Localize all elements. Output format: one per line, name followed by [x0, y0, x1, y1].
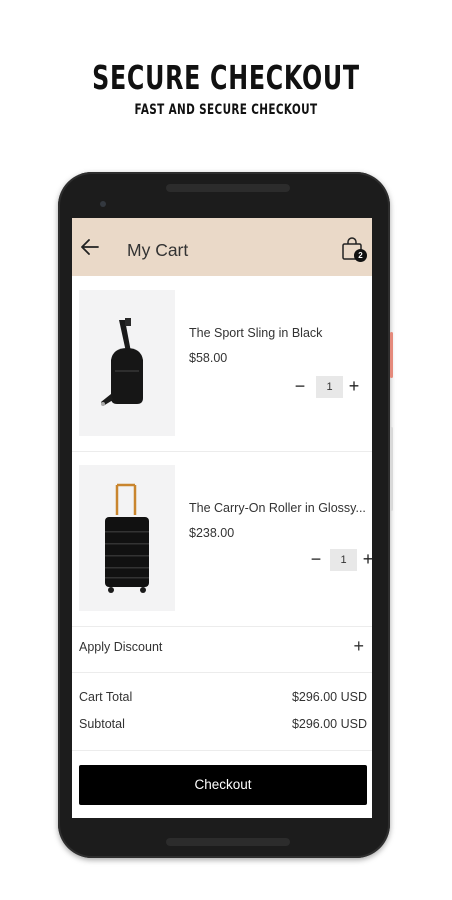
- subtotal-value: $296.00 USD: [291, 717, 367, 731]
- divider: [72, 750, 372, 751]
- bottom-speaker: [166, 838, 290, 846]
- increase-quantity-button[interactable]: +: [360, 549, 372, 571]
- divider: [72, 672, 372, 673]
- power-button: [390, 332, 393, 378]
- cart-item: The Carry-On Roller in Glossy... $238.00…: [72, 451, 372, 627]
- decrease-quantity-button[interactable]: −: [292, 376, 308, 398]
- cart-item: The Sport Sling in Black $58.00 − 1 +: [72, 276, 372, 452]
- product-price: $58.00: [189, 351, 228, 365]
- checkout-button[interactable]: Checkout: [79, 765, 367, 805]
- quantity-value[interactable]: 1: [316, 376, 343, 398]
- apply-discount-row[interactable]: Apply Discount +: [72, 636, 372, 660]
- cart-count-badge: 2: [354, 249, 367, 262]
- decrease-quantity-button[interactable]: −: [308, 549, 324, 571]
- page-title: My Cart: [127, 240, 189, 260]
- arrow-left-icon[interactable]: [80, 238, 100, 256]
- cart-total-value: $296.00 USD: [291, 690, 367, 704]
- quantity-stepper: − 1 +: [308, 549, 372, 571]
- product-name[interactable]: The Carry-On Roller in Glossy...: [189, 501, 366, 515]
- product-price: $238.00: [189, 526, 235, 540]
- front-camera: [100, 201, 106, 207]
- apply-discount-label: Apply Discount: [79, 640, 163, 654]
- volume-button: [390, 427, 393, 511]
- product-image-sling[interactable]: [79, 290, 175, 436]
- speaker-grille: [166, 184, 290, 192]
- product-name[interactable]: The Sport Sling in Black: [189, 326, 322, 340]
- add-discount-button[interactable]: +: [353, 636, 364, 657]
- promo-title: SECURE CHECKOUT: [92, 58, 360, 97]
- product-image-roller[interactable]: [79, 465, 175, 611]
- subtotal-label: Subtotal: [79, 717, 125, 731]
- increase-quantity-button[interactable]: +: [346, 376, 362, 398]
- quantity-stepper: − 1 +: [292, 376, 366, 398]
- promo-subtitle: FAST AND SECURE CHECKOUT: [134, 102, 318, 118]
- cart-total-label: Cart Total: [79, 690, 133, 704]
- quantity-value[interactable]: 1: [330, 549, 357, 571]
- app-bar: My Cart 2: [72, 218, 372, 276]
- phone-frame: My Cart 2 The Sport Sling in Black $58.0…: [58, 172, 393, 858]
- app-screen: My Cart 2 The Sport Sling in Black $58.0…: [72, 218, 372, 818]
